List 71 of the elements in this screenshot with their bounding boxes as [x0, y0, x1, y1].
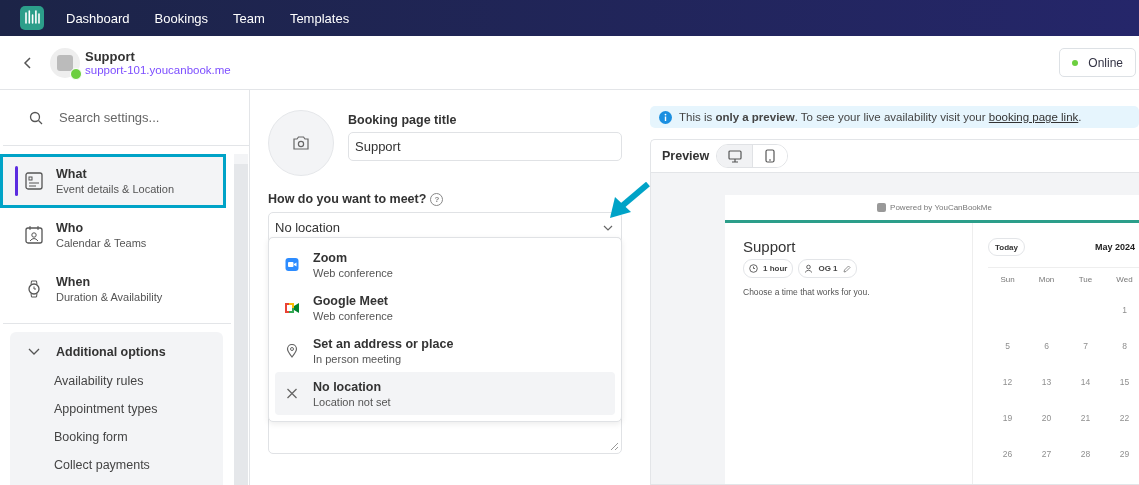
section-item[interactable]: Who Calendar & Teams	[0, 208, 231, 262]
video-camera-icon	[285, 301, 299, 314]
phone-icon	[765, 149, 776, 163]
resize-handle-icon[interactable]	[610, 442, 619, 451]
page-title: Support	[85, 49, 136, 64]
back-icon[interactable]	[23, 55, 33, 70]
option-subtitle: Location not set	[313, 395, 391, 408]
map-pin-icon	[285, 343, 299, 358]
info-text: This is only a preview. To see your live availability visit your booking page link.	[679, 111, 1082, 123]
option-title: Zoom	[313, 250, 349, 265]
field-label: How do you want to meet?	[268, 192, 427, 206]
close-icon	[285, 388, 299, 399]
nav-link[interactable]: Bookings	[154, 10, 209, 26]
video-camera-icon	[285, 258, 299, 271]
option-subtitle: In person meeting	[313, 352, 403, 365]
powered-by-text: Powered by YouCanBookMe	[890, 203, 992, 212]
weekday-label: Wed	[1115, 274, 1134, 286]
camera-icon	[292, 135, 310, 151]
nav-link[interactable]: Team	[233, 10, 265, 26]
nav-link[interactable]: Dashboard	[66, 10, 130, 26]
monitor-icon	[727, 149, 742, 163]
option-subtitle: Web conference	[313, 266, 393, 279]
clock-icon	[749, 264, 758, 273]
options-link[interactable]: Availability rules	[10, 374, 223, 388]
section-item[interactable]: What Event details & Location	[0, 154, 226, 208]
section-title: When	[56, 275, 92, 289]
weekday-label: Tue	[1077, 274, 1094, 286]
chevron-icon	[603, 224, 613, 231]
field-label: Booking page title	[348, 113, 458, 127]
duration-chip: 1 hour	[743, 259, 794, 278]
prompt-text: Choose a time that works for you.	[743, 287, 871, 297]
today-button[interactable]: Today	[988, 238, 1025, 256]
title-input[interactable]: Support	[348, 132, 622, 161]
preview-label: Preview	[662, 149, 710, 163]
booking-title: Support	[743, 238, 797, 255]
booking-link[interactable]: support-101.youcanbook.me	[85, 64, 231, 76]
section-subtitle: Calendar & Teams	[56, 237, 147, 249]
section-title: What	[56, 167, 88, 181]
location-option[interactable]: Zoom Web conference	[275, 243, 615, 286]
status-button[interactable]: Online	[1059, 48, 1136, 77]
location-option[interactable]: Set an address or place In person meeting	[275, 329, 615, 372]
section-subtitle: Event details & Location	[56, 183, 175, 195]
options-link[interactable]: Appointment types	[10, 402, 223, 416]
nav-link[interactable]: Templates	[289, 10, 350, 26]
location-option[interactable]: Google Meet Web conference	[275, 286, 615, 329]
device-toggle[interactable]	[752, 145, 788, 167]
chevron-icon	[28, 348, 40, 356]
month-label: May 2024	[1094, 242, 1135, 252]
option-title: Google Meet	[313, 293, 389, 308]
search-icon	[29, 110, 43, 125]
scrollbar[interactable]	[234, 154, 248, 485]
person-icon	[804, 264, 814, 273]
host-chip: OG 1	[798, 259, 857, 278]
annotation-arrow-icon	[608, 182, 650, 220]
weekday-label: Sun	[999, 274, 1016, 286]
weekday-label: Mon	[1037, 274, 1056, 286]
option-title: Set an address or place	[313, 336, 454, 351]
section-title: Who	[56, 221, 85, 235]
additional-options-toggle[interactable]: Additional options	[10, 344, 223, 360]
document-icon	[24, 171, 44, 191]
section-subtitle: Duration & Availability	[56, 291, 163, 303]
calendar-person-icon	[24, 225, 44, 245]
options-link[interactable]: Collect payments	[10, 458, 223, 472]
option-title: No location	[313, 379, 383, 394]
option-subtitle: Web conference	[313, 309, 393, 322]
device-toggle[interactable]	[717, 145, 753, 167]
info-icon	[659, 110, 672, 124]
options-link[interactable]: Booking form	[10, 430, 223, 444]
section-item[interactable]: When Duration & Availability	[0, 262, 231, 316]
location-option[interactable]: No location Location not set	[275, 372, 615, 415]
pencil-icon	[842, 264, 851, 273]
